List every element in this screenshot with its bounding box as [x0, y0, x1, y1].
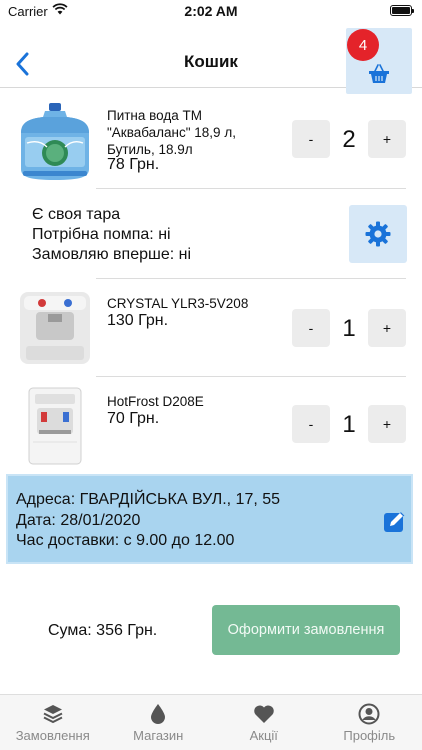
increase-quantity-button[interactable]: + [368, 309, 406, 347]
water-cooler-image [16, 288, 94, 368]
gear-icon [365, 221, 391, 247]
quantity-value: 1 [342, 411, 356, 438]
product-price: 130 Грн. [107, 312, 169, 329]
status-bar: Carrier 2:02 AM [0, 0, 422, 22]
product-name: Питна вода ТМ "Аквабаланс" 18,9 л, Бутил… [107, 108, 236, 157]
first-order-label: Замовляю вперше: ні [32, 246, 192, 263]
increase-quantity-button[interactable]: + [368, 405, 406, 443]
order-options-settings-button[interactable] [349, 205, 407, 263]
delivery-date: Дата: 28/01/2020 [16, 511, 141, 529]
product-name: CRYSTAL YLR3-5V208 [107, 296, 249, 311]
divider [96, 188, 406, 189]
own-container-label: Є своя тара [32, 206, 121, 223]
heart-icon [253, 705, 274, 723]
water-cooler-image [16, 386, 94, 466]
decrease-quantity-button[interactable]: - [292, 309, 330, 347]
product-price: 70 Грн. [107, 410, 160, 427]
quantity-value: 1 [342, 315, 356, 342]
profile-icon [358, 703, 380, 725]
layers-icon [43, 705, 63, 724]
basket-icon [369, 64, 389, 83]
product-name: HotFrost D208E [107, 394, 204, 409]
order-options: Є своя тара Потрібна помпа: ні Замовляю … [32, 205, 191, 265]
cart-count-badge: 4 [347, 29, 379, 61]
tab-promotions[interactable]: Акції [211, 695, 317, 750]
tab-label: Замовлення [15, 728, 90, 743]
tab-label: Акції [249, 728, 278, 743]
tab-profile[interactable]: Профіль [317, 695, 422, 750]
decrease-quantity-button[interactable]: - [292, 405, 330, 443]
divider [96, 376, 406, 377]
battery-icon [390, 5, 414, 16]
tab-shop[interactable]: Магазин [106, 695, 212, 750]
increase-quantity-button[interactable]: + [368, 120, 406, 158]
edit-icon[interactable] [383, 510, 407, 534]
tab-bar: Замовлення Магазин Акції Профіль [0, 694, 422, 750]
delivery-time: Час доставки: с 9.00 до 12.00 [16, 532, 235, 549]
quantity-value: 2 [342, 126, 356, 153]
clock: 2:02 AM [184, 3, 238, 19]
order-total: Сума: 356 Грн. [48, 622, 158, 639]
divider [96, 278, 406, 279]
tab-label: Магазин [133, 728, 184, 743]
place-order-button[interactable]: Оформити замовлення [212, 605, 400, 655]
need-pump-label: Потрібна помпа: ні [32, 226, 171, 243]
product-price: 78 Грн. [107, 156, 160, 173]
tab-label: Профіль [343, 728, 396, 743]
drop-icon [151, 704, 166, 724]
tab-orders[interactable]: Замовлення [0, 695, 106, 750]
delivery-info-box[interactable]: Адреса: ГВАРДІЙСЬКА ВУЛ., 17, 55 Дата: 2… [6, 474, 413, 564]
water-bottle-image [16, 102, 94, 182]
delivery-address: Адреса: ГВАРДІЙСЬКА ВУЛ., 17, 55 [16, 491, 281, 508]
decrease-quantity-button[interactable]: - [292, 120, 330, 158]
